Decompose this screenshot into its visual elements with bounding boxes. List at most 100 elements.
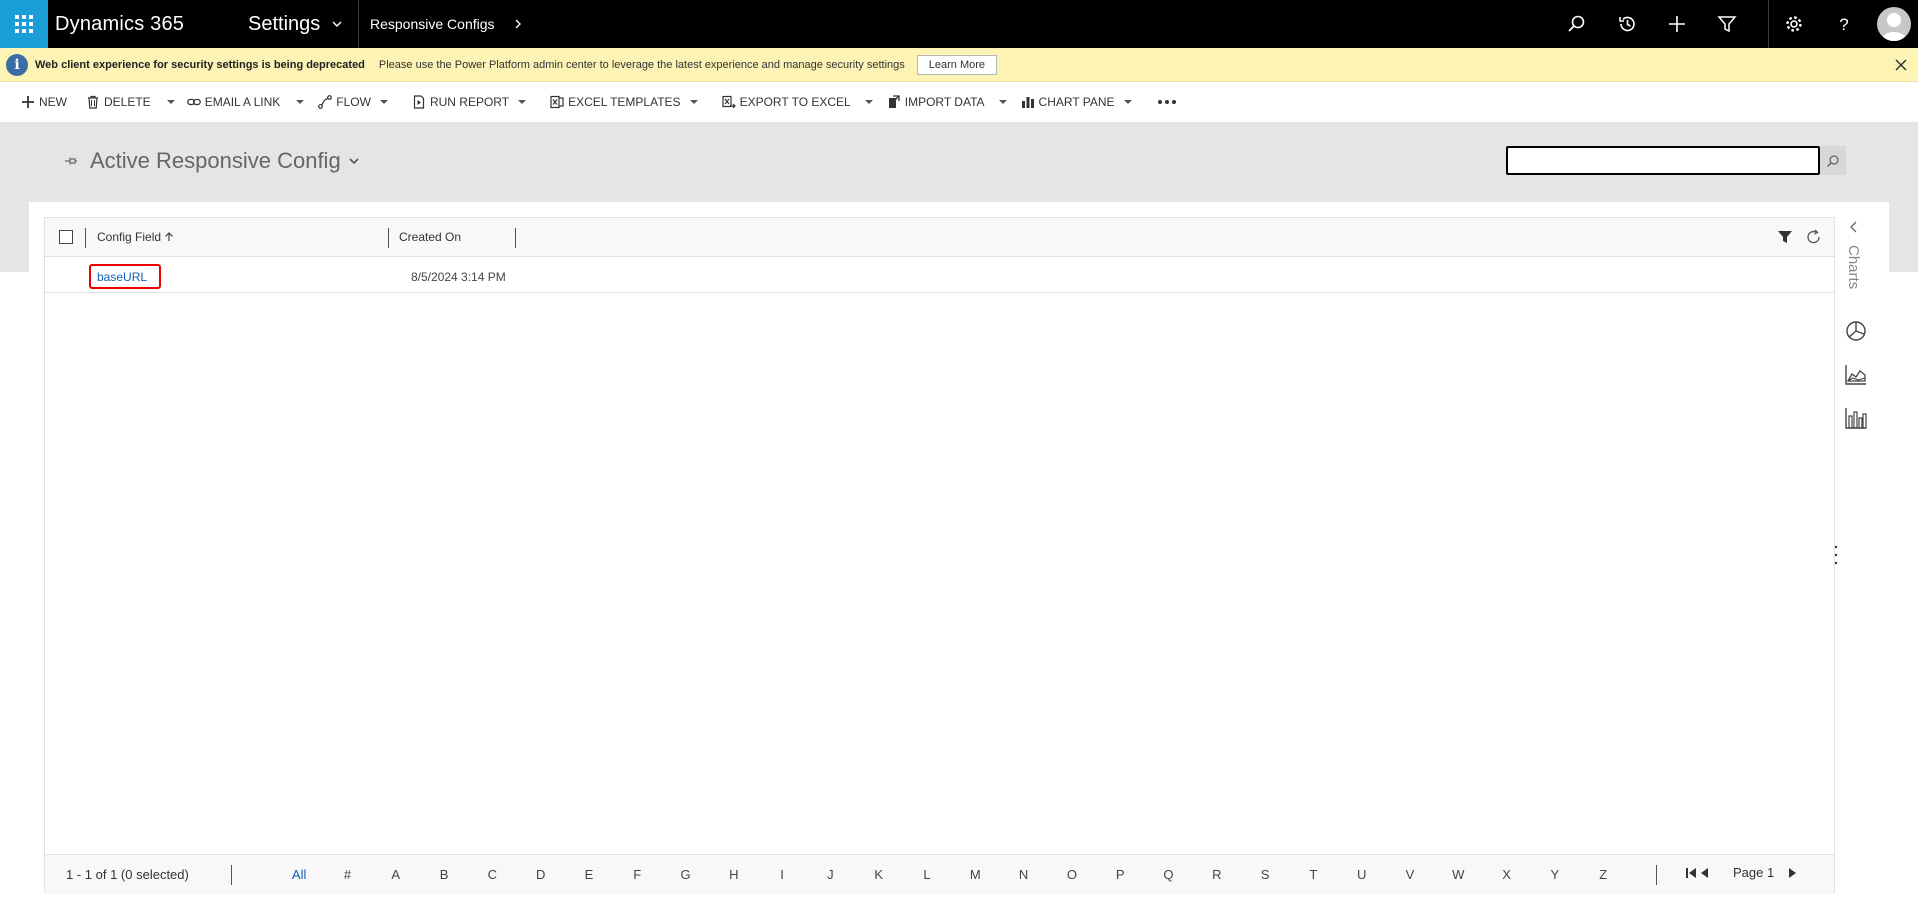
export-excel-button[interactable]: EXPORT TO EXCEL <box>721 82 851 122</box>
filter-icon[interactable] <box>1776 228 1794 246</box>
records-grid: Config Field Created On baseURL 8/5/2024… <box>44 217 1835 894</box>
email-link-button[interactable]: EMAIL A LINK <box>186 82 281 122</box>
excel-templates-button[interactable]: EXCEL TEMPLATES <box>550 82 698 122</box>
column-divider[interactable] <box>85 228 86 248</box>
resize-handle-icon[interactable] <box>1834 544 1838 566</box>
letter-filter[interactable]: M <box>951 867 999 882</box>
column-divider[interactable] <box>515 228 516 248</box>
pie-chart-icon[interactable] <box>1844 319 1868 343</box>
letter-filter[interactable]: F <box>613 867 661 882</box>
previous-page-icon[interactable] <box>1699 866 1711 880</box>
area-selector[interactable]: Settings <box>248 13 358 36</box>
area-label: Settings <box>248 12 321 35</box>
import-data-label: IMPORT DATA <box>904 95 985 109</box>
column-header-config-field[interactable]: Config Field <box>97 230 174 244</box>
import-dropdown[interactable] <box>991 82 1015 122</box>
app-launcher-button[interactable] <box>0 0 48 48</box>
refresh-icon[interactable] <box>1805 228 1823 246</box>
caret-down-icon <box>166 100 175 104</box>
letter-filter[interactable]: J <box>806 867 854 882</box>
charts-label[interactable]: Charts <box>1845 245 1862 289</box>
search-input[interactable] <box>1506 146 1820 175</box>
column-chart-icon[interactable] <box>1844 406 1868 430</box>
run-report-button[interactable]: RUN REPORT <box>412 82 527 122</box>
letter-filter[interactable]: L <box>903 867 951 882</box>
excel-templates-label: EXCEL TEMPLATES <box>568 95 681 109</box>
deprecation-notice: i Web client experience for security set… <box>0 48 1918 82</box>
chart-pane-button[interactable]: CHART PANE <box>1021 82 1132 122</box>
import-data-button[interactable]: IMPORT DATA <box>887 82 985 122</box>
brand-title[interactable]: Dynamics 365 <box>48 13 248 36</box>
email-dropdown[interactable] <box>288 82 312 122</box>
letter-filter[interactable]: Z <box>1579 867 1627 882</box>
search-submit-button[interactable] <box>1820 146 1846 175</box>
letter-filter[interactable]: P <box>1096 867 1144 882</box>
letter-filter-all[interactable]: All <box>275 867 323 882</box>
letter-filter[interactable]: G <box>661 867 709 882</box>
close-icon[interactable] <box>1892 56 1910 74</box>
letter-filter[interactable]: Q <box>1144 867 1192 882</box>
flow-icon <box>318 95 333 109</box>
select-all-checkbox[interactable] <box>59 230 73 244</box>
table-row[interactable]: baseURL 8/5/2024 3:14 PM <box>45 257 1835 293</box>
caret-down-icon <box>1123 100 1132 104</box>
flow-button[interactable]: FLOW <box>318 82 388 122</box>
column-divider[interactable] <box>388 228 389 248</box>
more-commands-button[interactable] <box>1157 82 1180 122</box>
settings-button[interactable] <box>1769 0 1819 48</box>
divider <box>231 865 232 885</box>
new-label: NEW <box>39 95 67 109</box>
chevron-left-icon[interactable] <box>1848 221 1860 233</box>
breadcrumb[interactable]: Responsive Configs <box>359 16 523 32</box>
first-page-icon[interactable] <box>1685 866 1697 880</box>
letter-filter[interactable]: Y <box>1531 867 1579 882</box>
ellipsis-icon <box>1157 100 1176 104</box>
pin-icon[interactable] <box>64 154 78 168</box>
letter-filter[interactable]: K <box>855 867 903 882</box>
letter-filter[interactable]: S <box>1241 867 1289 882</box>
letter-filter[interactable]: A <box>372 867 420 882</box>
letter-filter[interactable]: V <box>1386 867 1434 882</box>
caret-down-icon <box>689 100 698 104</box>
user-avatar[interactable] <box>1877 7 1911 41</box>
letter-filter[interactable]: I <box>758 867 806 882</box>
command-bar: NEW DELETE EMAIL A LINK FLOW RUN REPORT … <box>0 82 1918 122</box>
record-link-baseurl[interactable]: baseURL <box>97 270 147 284</box>
letter-filter[interactable]: H <box>710 867 758 882</box>
email-link-label: EMAIL A LINK <box>204 95 281 109</box>
letter-filter[interactable]: E <box>565 867 613 882</box>
delete-button[interactable]: DELETE <box>86 82 151 122</box>
letter-filter[interactable]: N <box>999 867 1047 882</box>
export-excel-label: EXPORT TO EXCEL <box>739 95 851 109</box>
search-icon <box>1568 15 1585 32</box>
delete-label: DELETE <box>104 95 151 109</box>
letter-filter[interactable]: T <box>1289 867 1337 882</box>
bar-chart-icon <box>1021 97 1034 108</box>
view-selector[interactable]: Active Responsive Config <box>64 148 359 174</box>
advanced-find-button[interactable] <box>1702 0 1752 48</box>
letter-filter[interactable]: R <box>1193 867 1241 882</box>
learn-more-button[interactable]: Learn More <box>916 54 998 75</box>
letter-filter[interactable]: C <box>468 867 516 882</box>
letter-filter[interactable]: D <box>516 867 564 882</box>
letter-filter[interactable]: B <box>420 867 468 882</box>
create-button[interactable] <box>1652 0 1702 48</box>
area-chart-icon[interactable] <box>1844 363 1868 387</box>
letter-filter[interactable]: W <box>1434 867 1482 882</box>
column-header-created-on[interactable]: Created On <box>399 230 461 244</box>
letter-filter[interactable]: X <box>1482 867 1530 882</box>
next-page-icon[interactable] <box>1786 866 1798 880</box>
help-button[interactable]: ? <box>1819 0 1869 48</box>
delete-dropdown[interactable] <box>159 82 183 122</box>
letter-filter[interactable]: # <box>323 867 371 882</box>
export-dropdown[interactable] <box>857 82 881 122</box>
top-nav-bar: Dynamics 365 Settings Responsive Configs… <box>0 0 1918 48</box>
new-button[interactable]: NEW <box>21 82 67 122</box>
recent-button[interactable] <box>1602 0 1652 48</box>
letter-filter[interactable]: O <box>1048 867 1096 882</box>
search-button[interactable] <box>1552 0 1602 48</box>
info-icon: i <box>6 53 28 76</box>
letter-filter[interactable]: U <box>1338 867 1386 882</box>
notice-message: Please use the Power Platform admin cent… <box>378 58 905 71</box>
highlight-box: baseURL <box>89 264 161 289</box>
